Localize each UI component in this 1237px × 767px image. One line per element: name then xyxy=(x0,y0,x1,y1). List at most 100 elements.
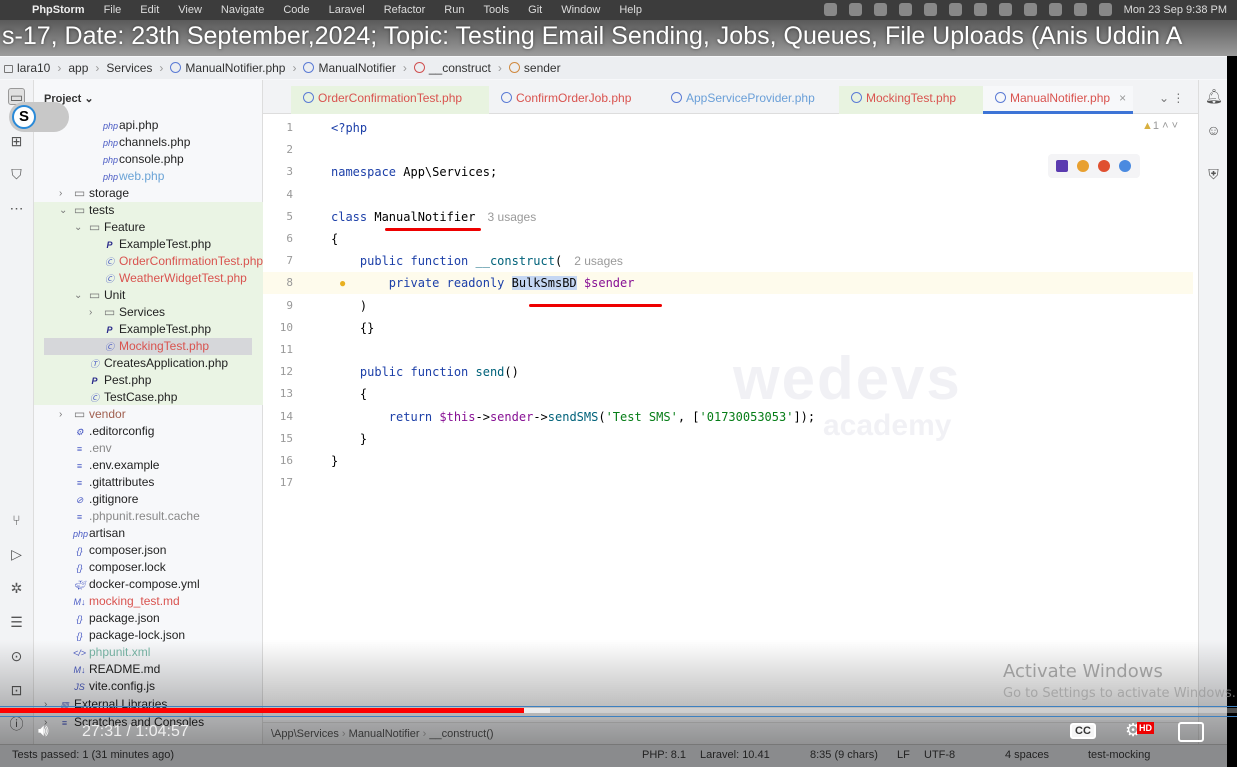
tree-item[interactable]: M↓ README.md xyxy=(73,661,161,678)
tab-mockingtest[interactable]: MockingTest.php xyxy=(839,86,983,114)
menu-git[interactable]: Git xyxy=(528,4,542,16)
structure-icon[interactable]: ⊞ xyxy=(8,133,25,150)
tree-item[interactable]: M↓ mocking_test.md xyxy=(73,593,180,610)
menu-file[interactable]: File xyxy=(104,4,122,16)
menu-help[interactable]: Help xyxy=(619,4,642,16)
tree-item[interactable]: phpchannels.php xyxy=(103,134,190,151)
tab-list-chevron-icon[interactable]: ⌄ ⋮ xyxy=(1147,86,1184,114)
warning-indicator[interactable]: ▲1 ˄ ˅ xyxy=(1142,120,1178,132)
tree-item[interactable]: › ▭ Services xyxy=(89,304,165,321)
chevron-down-icon[interactable]: ⌄ xyxy=(74,287,82,304)
tree-item[interactable]: P ExampleTest.php xyxy=(103,236,211,253)
wifi-icon[interactable] xyxy=(1023,3,1037,16)
run-icon[interactable]: ▷ xyxy=(8,546,25,563)
tree-item[interactable]: ⊘ .gitignore xyxy=(73,491,139,508)
record-icon[interactable] xyxy=(848,3,862,16)
tree-item[interactable]: {} composer.json xyxy=(73,542,166,559)
menu-view[interactable]: View xyxy=(178,4,202,16)
encoding[interactable]: UTF-8 xyxy=(924,749,955,761)
tree-item[interactable]: › ▭ vendor xyxy=(59,406,126,423)
more-icon[interactable]: ⋯ xyxy=(8,200,25,217)
battery-icon[interactable] xyxy=(998,3,1012,16)
editor-breadcrumb-item[interactable]: __construct() xyxy=(429,728,493,740)
tree-item[interactable]: ⌄ ▭ Unit xyxy=(74,287,125,304)
code-line[interactable]: <?php xyxy=(331,118,367,138)
line-ending[interactable]: LF xyxy=(897,749,910,761)
code-editor[interactable]: wedevs academy 1 2 3 4 5 6 7 8 9 10 11 12 13 14 15 16 17… xyxy=(263,114,1198,720)
search-icon[interactable] xyxy=(1048,3,1062,16)
tree-item[interactable]: phpweb.php xyxy=(103,168,164,185)
tree-item[interactable]: phpconsole.php xyxy=(103,151,184,168)
code-line[interactable]: public function send() xyxy=(331,362,519,382)
video-progress-bar[interactable] xyxy=(0,708,1237,713)
siri-icon[interactable] xyxy=(1098,3,1112,16)
tree-item[interactable]: ≡ .phpunit.result.cache xyxy=(73,508,200,525)
code-line[interactable]: { xyxy=(331,384,367,404)
code-line[interactable]: { xyxy=(331,229,338,249)
breadcrumb-item[interactable]: lara10 xyxy=(4,61,50,75)
tree-item[interactable]: </> phpunit.xml xyxy=(73,644,150,661)
battery-small-icon[interactable] xyxy=(923,3,937,16)
layers-icon[interactable] xyxy=(873,3,887,16)
notifications-icon[interactable]: 🔔︎ xyxy=(1205,88,1223,105)
control-center-icon[interactable] xyxy=(1073,3,1087,16)
code-line[interactable]: namespace App\Services; xyxy=(331,162,497,182)
terminal-icon[interactable]: ⊡ xyxy=(8,682,25,699)
tree-item[interactable]: P Pest.php xyxy=(88,372,151,389)
menu-run[interactable]: Run xyxy=(444,4,464,16)
code-line[interactable]: class ManualNotifier 3 usages xyxy=(331,207,536,227)
editor-breadcrumb-item[interactable]: ManualNotifier xyxy=(349,728,420,740)
tree-item[interactable]: {} package.json xyxy=(73,610,159,627)
breadcrumb-item[interactable]: app xyxy=(68,61,88,75)
close-tab-icon[interactable]: × xyxy=(1119,91,1126,105)
tab-confirmorderjob[interactable]: ConfirmOrderJob.php xyxy=(489,86,659,114)
tree-item[interactable]: P ExampleTest.php xyxy=(103,321,211,338)
breadcrumb-item[interactable]: ManualNotifier.php xyxy=(170,61,285,75)
tree-item[interactable]: {} composer.lock xyxy=(73,559,165,576)
php-version[interactable]: PHP: 8.1 xyxy=(642,749,686,761)
chevron-down-icon[interactable]: ⌄ xyxy=(74,219,82,236)
tree-item[interactable]: Ⓒ TestCase.php xyxy=(88,389,177,406)
phpstorm-browser-icon[interactable] xyxy=(1056,160,1068,172)
video-title[interactable]: s-17, Date: 23th September,2024; Topic: … xyxy=(2,22,1182,51)
code-line[interactable]: {} xyxy=(331,318,374,338)
menu-navigate[interactable]: Navigate xyxy=(221,4,264,16)
tab-appserviceprovider[interactable]: AppServiceProvider.php xyxy=(659,86,839,114)
code-line[interactable]: ) xyxy=(331,296,367,316)
captions-button[interactable]: CC xyxy=(1070,723,1096,739)
chevron-down-icon[interactable]: ⌄ xyxy=(59,202,67,219)
database-icon[interactable]: ☰ xyxy=(8,614,25,631)
tab-orderconfirmationtest[interactable]: OrderConfirmationTest.php xyxy=(291,86,489,114)
tree-item[interactable]: ≡ .env.example xyxy=(73,457,160,474)
menu-app-name[interactable]: PhpStorm xyxy=(32,4,85,16)
laravel-version[interactable]: Laravel: 10.41 xyxy=(700,749,770,761)
bookmark-icon[interactable]: ⛉ xyxy=(8,166,25,183)
miniplayer-icon[interactable] xyxy=(1178,722,1204,742)
tree-item[interactable]: Ⓒ OrderConfirmationTest.php xyxy=(103,253,263,270)
tree-item[interactable]: ≡ .gitattributes xyxy=(73,474,155,491)
volume-icon[interactable]: 🔊︎ xyxy=(38,722,49,740)
menu-tools[interactable]: Tools xyxy=(483,4,509,16)
safari-icon[interactable] xyxy=(1119,160,1131,172)
feedback-icon[interactable]: ☺ xyxy=(1205,122,1222,139)
problems-icon[interactable]: ⓘ xyxy=(8,716,25,733)
menu-refactor[interactable]: Refactor xyxy=(384,4,426,16)
tree-item[interactable]: ⌄ ▭ Feature xyxy=(74,219,145,236)
chevron-right-icon[interactable]: › xyxy=(89,304,92,321)
screen-icon[interactable] xyxy=(823,3,837,16)
chevron-right-icon[interactable]: › xyxy=(59,406,62,423)
tree-item[interactable]: › ▭ storage xyxy=(59,185,129,202)
chrome-icon[interactable] xyxy=(1077,160,1089,172)
tree-item[interactable]: Ⓒ WeatherWidgetTest.php xyxy=(103,270,247,287)
tree-item[interactable]: JS vite.config.js xyxy=(73,678,155,695)
services-icon[interactable]: ⊙ xyxy=(8,648,25,665)
editor-breadcrumb-item[interactable]: \App\Services xyxy=(271,728,339,740)
caret-position[interactable]: 8:35 (9 chars) xyxy=(810,749,878,761)
tree-item[interactable]: Ⓒ MockingTest.php xyxy=(44,338,252,355)
menu-edit[interactable]: Edit xyxy=(140,4,159,16)
breadcrumb-item[interactable]: sender xyxy=(508,61,561,75)
git-branch[interactable]: test-mocking xyxy=(1088,749,1150,761)
tab-manualnotifier[interactable]: ManualNotifier.php × xyxy=(983,86,1133,114)
code-line[interactable]: public function __construct(2 usages xyxy=(331,251,623,271)
tree-item[interactable]: {} package-lock.json xyxy=(73,627,185,644)
